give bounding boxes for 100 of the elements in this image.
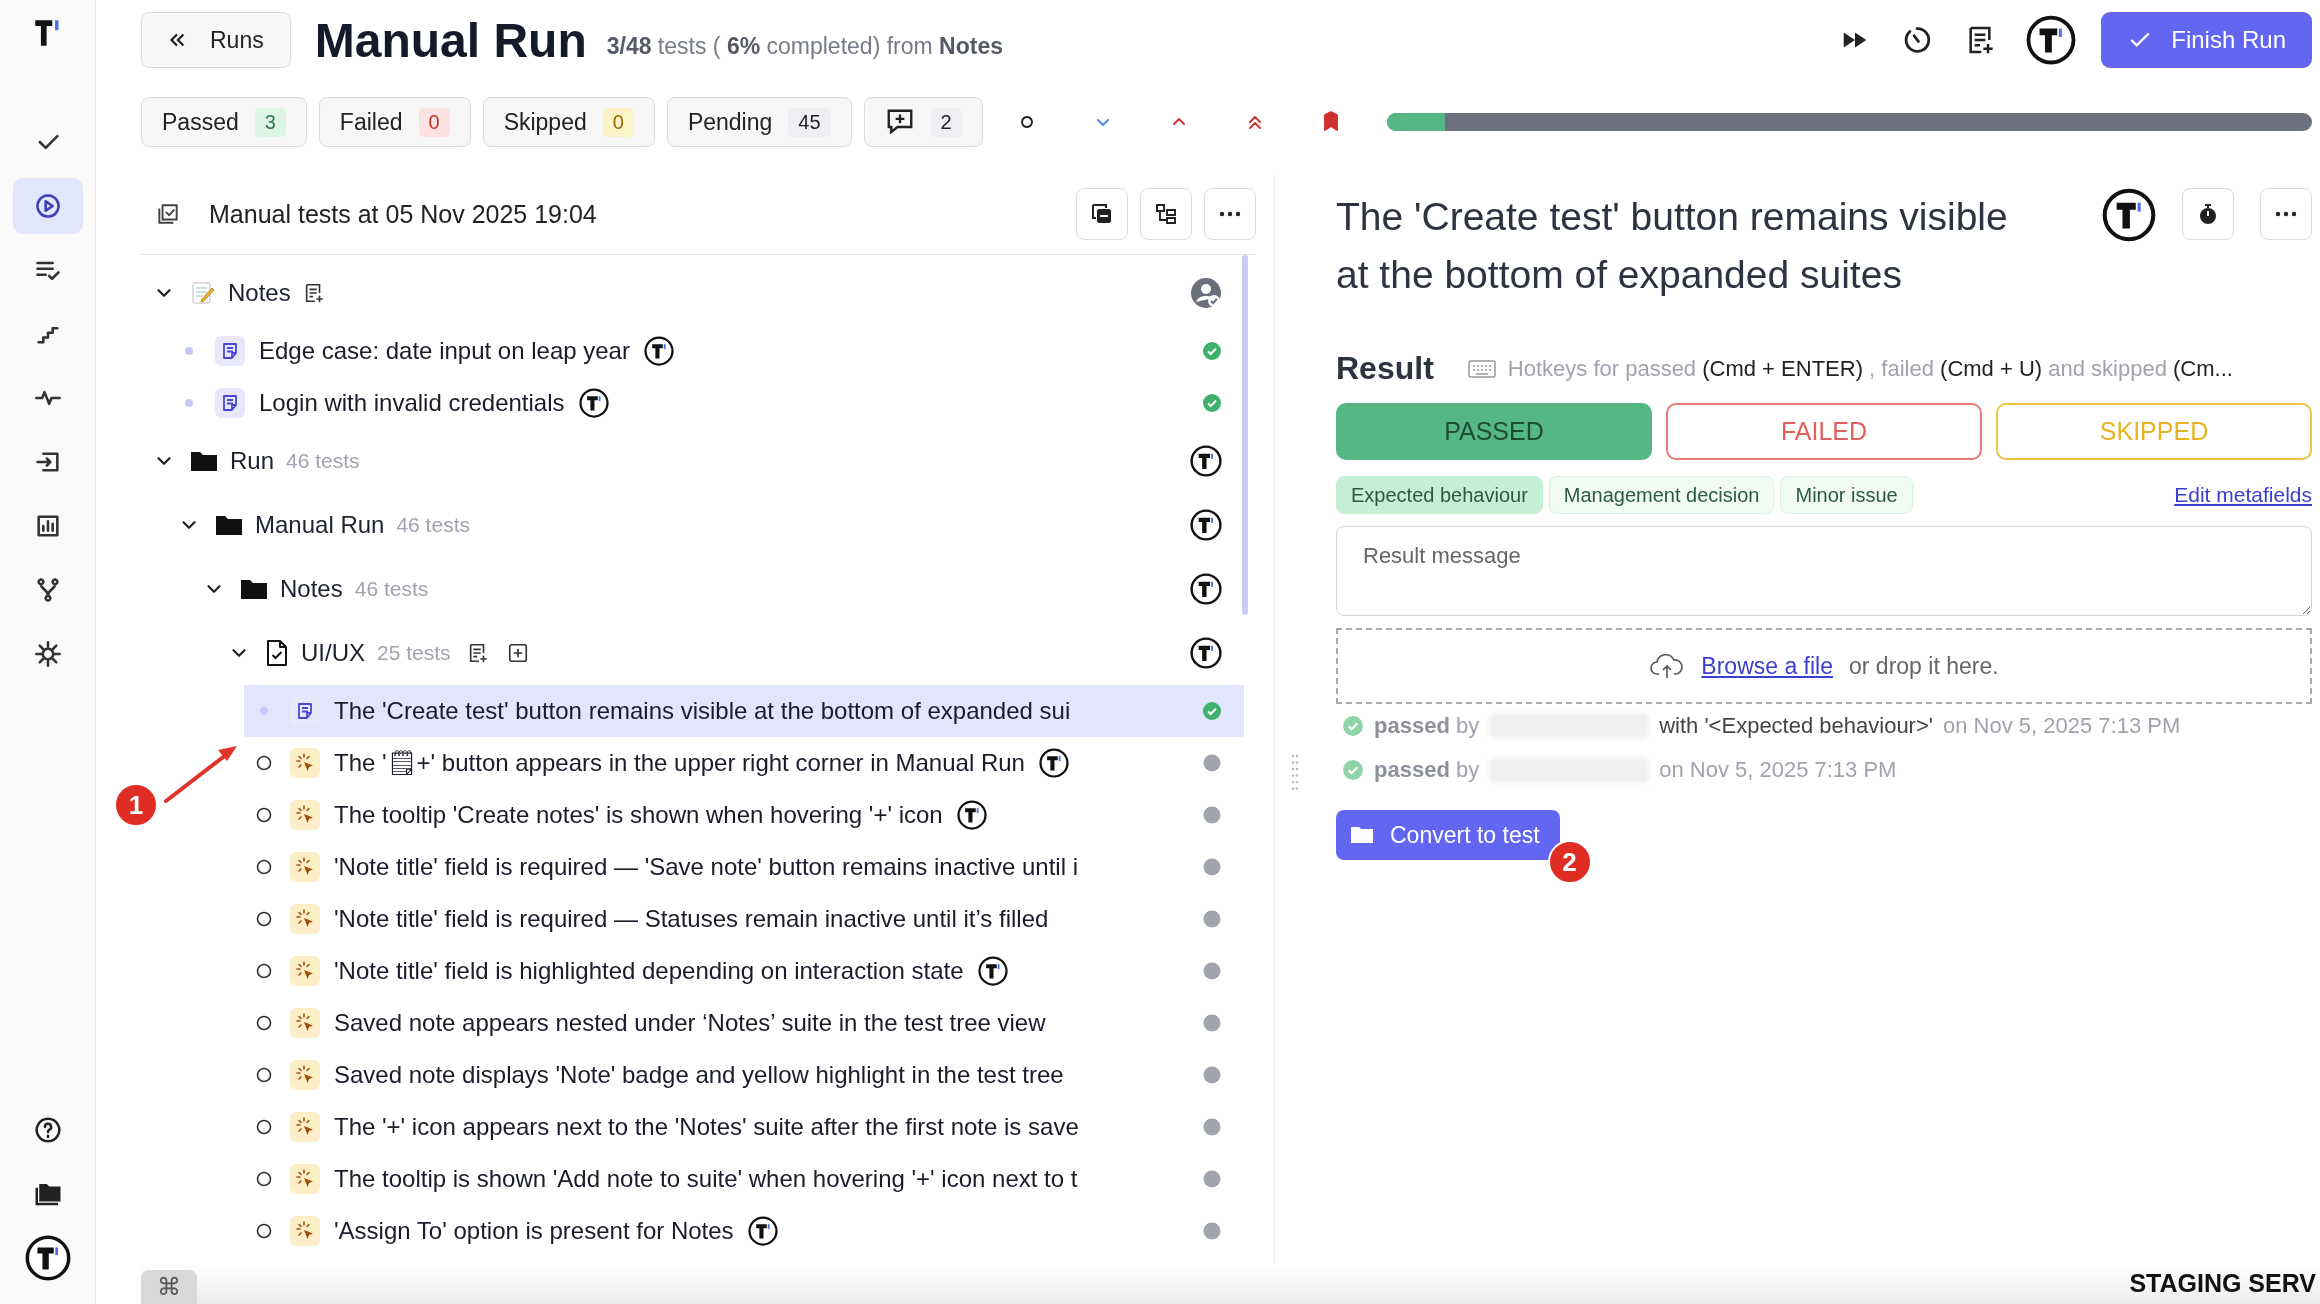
- test-title: 'Note title' field is required — Statuses remain inactive until it’s filled: [334, 905, 1049, 933]
- help-icon: [32, 1115, 63, 1145]
- circle-icon: [256, 1067, 272, 1083]
- dot-icon: [184, 398, 194, 408]
- circle-icon: [256, 1223, 272, 1239]
- test-title: The '🗒+' button appears in the upper right corner in Manual Run: [334, 749, 1025, 777]
- back-button[interactable]: Runs: [141, 12, 291, 68]
- result-button[interactable]: FAILED: [1666, 403, 1982, 460]
- suite-title[interactable]: Manual Run: [255, 511, 385, 539]
- environment-label: STAGING SERV: [2129, 1269, 2316, 1298]
- hotkeys-hint: Hotkeys for passed (Cmd + ENTER) , failed (Cmd + U) and skipped (Cm...: [1507, 355, 2233, 382]
- run-summary: 3/48 tests ( 6% completed) from Notes: [606, 32, 1003, 60]
- finish-run-button[interactable]: Finish Run: [2101, 12, 2312, 68]
- filter-button[interactable]: Pending 45: [666, 97, 852, 147]
- result-button[interactable]: PASSED: [1336, 403, 1652, 460]
- file-drop-zone[interactable]: Browse a file or drop it here.: [1336, 628, 2312, 704]
- tag-chip[interactable]: Minor issue: [1780, 476, 1913, 514]
- suite-title[interactable]: Notes: [228, 279, 291, 307]
- account-badge-icon: [2026, 15, 2077, 65]
- test-row[interactable]: Saved note appears nested under ‘Notes’ suite in the test tree view: [244, 997, 1244, 1049]
- filter-button[interactable]: Skipped 0: [482, 97, 655, 147]
- test-title: 'Note title' field is highlighted depending on interaction state: [334, 957, 964, 985]
- filter-button[interactable]: Failed 0: [318, 97, 471, 147]
- circle-icon: [256, 1015, 272, 1031]
- play-icon: [33, 192, 62, 220]
- test-row[interactable]: 'Note title' field is required — 'Save note' button remains inactive until i: [244, 841, 1244, 893]
- test-title: The '+' icon appears next to the 'Notes' suite after the first note is save: [334, 1113, 1079, 1141]
- checklist-icon: [155, 201, 181, 227]
- history-status: passed by: [1374, 757, 1480, 783]
- tree-view-button[interactable]: [1140, 188, 1192, 240]
- test-title: 'Note title' field is required — 'Save note' button remains inactive until i: [334, 853, 1079, 881]
- test-title: Saved note displays 'Note' badge and yellow highlight in the test tree: [334, 1061, 1064, 1089]
- test-row[interactable]: The '+' icon appears next to the 'Notes' suite after the first note is save: [244, 1101, 1244, 1153]
- tree-icon: [1154, 202, 1178, 226]
- convert-to-test-button[interactable]: Convert to test: [1336, 810, 1560, 860]
- suite-title[interactable]: UI/UX: [301, 639, 365, 667]
- collapse-button[interactable]: [1076, 188, 1128, 240]
- test-title: Saved note appears nested under ‘Notes’ suite in the test tree view: [334, 1009, 1046, 1037]
- assignee-badge-icon: [2102, 188, 2156, 242]
- test-title: The tooltip is shown 'Add note to suite' when hovering '+' icon next to t: [334, 1165, 1078, 1193]
- test-row[interactable]: 'Note title' field is required — Statuses remain inactive until it’s filled: [244, 893, 1244, 945]
- folder-icon: [240, 577, 268, 601]
- panel-title: Manual tests at 05 Nov 2025 19:04: [209, 199, 597, 229]
- keyboard-icon: [1467, 358, 1496, 379]
- suite-title[interactable]: Notes: [280, 575, 343, 603]
- browse-file-link[interactable]: Browse a file: [1701, 652, 1834, 680]
- test-count: 46 tests: [354, 577, 429, 601]
- section-heading: Result: [1336, 350, 1434, 387]
- history-date: on Nov 5, 2025 7:13 PM: [1659, 757, 1897, 783]
- history-status: passed by: [1374, 713, 1480, 739]
- circle-icon: [256, 1171, 272, 1187]
- test-title: The 'Create test' button remains visible at the bottom of expanded sui: [334, 697, 1071, 725]
- step-badge: 2: [1547, 840, 1592, 884]
- test-title: The tooltip 'Create notes' is shown when hovering '+' icon: [334, 801, 943, 829]
- test-row[interactable]: The tooltip is shown 'Add note to suite' when hovering '+' icon next to t: [244, 1153, 1244, 1205]
- shortcut-key[interactable]: ⌘: [141, 1270, 197, 1304]
- circle-icon: [256, 807, 272, 823]
- test-row[interactable]: Login with invalid credentials: [169, 377, 1244, 429]
- nav-button[interactable]: [12, 178, 83, 234]
- test-row[interactable]: The tooltip 'Create notes' is shown when hovering '+' icon: [244, 789, 1244, 841]
- result-message-field[interactable]: Result message: [1336, 526, 2312, 616]
- drag-handle-icon[interactable]: [1290, 752, 1299, 792]
- circle-icon: [256, 963, 272, 979]
- circle-icon: [256, 859, 272, 875]
- scrollbar[interactable]: [1242, 255, 1248, 615]
- tag-chip[interactable]: Management decision: [1548, 476, 1775, 514]
- folder-icon: [215, 513, 243, 537]
- step-badge: 1: [114, 783, 158, 827]
- test-title: The 'Create test' button remains visible at the bottom of expanded suites: [1336, 194, 2009, 298]
- test-row[interactable]: 'Note title' field is highlighted depending on interaction state: [244, 945, 1244, 997]
- suite-title[interactable]: Run: [230, 447, 275, 475]
- edit-metafields-link[interactable]: Edit metafields: [2174, 483, 2312, 507]
- tag-chip[interactable]: Expected behaviour: [1336, 476, 1543, 514]
- filter-button[interactable]: Passed 3: [141, 97, 307, 147]
- circle-icon: [256, 1119, 272, 1135]
- history-date: on Nov 5, 2025 7:13 PM: [1943, 713, 2181, 739]
- history-detail: with '<Expected behaviour>': [1659, 713, 1933, 739]
- test-row[interactable]: The 'Create test' button remains visible at the bottom of expanded sui: [244, 685, 1244, 737]
- filter-button[interactable]: 2: [863, 97, 983, 147]
- test-count: 46 tests: [286, 449, 360, 473]
- circle-icon: [256, 911, 272, 927]
- test-title: Edge case: date input on leap year: [259, 337, 630, 365]
- timer-button[interactable]: [2182, 188, 2234, 240]
- test-count: 25 tests: [377, 641, 451, 665]
- copy-minus-icon: [1090, 202, 1114, 226]
- drop-hint: or drop it here.: [1849, 652, 1999, 680]
- test-title: Login with invalid credentials: [259, 389, 565, 417]
- memo-icon: [190, 280, 216, 306]
- test-row[interactable]: Edge case: date input on leap year: [169, 325, 1244, 377]
- more-icon: [1219, 211, 1241, 217]
- test-row[interactable]: The '🗒+' button appears in the upper right corner in Manual Run: [244, 737, 1244, 789]
- cloud-upload-icon: [1649, 652, 1686, 680]
- dot-icon: [259, 706, 269, 716]
- folder-icon: [1350, 825, 1374, 845]
- add-square-icon[interactable]: [506, 642, 529, 664]
- account-badge-icon: [24, 1235, 71, 1281]
- test-row[interactable]: 'Assign To' option is present for Notes: [244, 1205, 1244, 1257]
- page-title: Manual Run: [314, 12, 587, 68]
- test-row[interactable]: Saved note displays 'Note' badge and yellow highlight in the test tree: [244, 1049, 1244, 1101]
- file-check-icon: [265, 639, 289, 667]
